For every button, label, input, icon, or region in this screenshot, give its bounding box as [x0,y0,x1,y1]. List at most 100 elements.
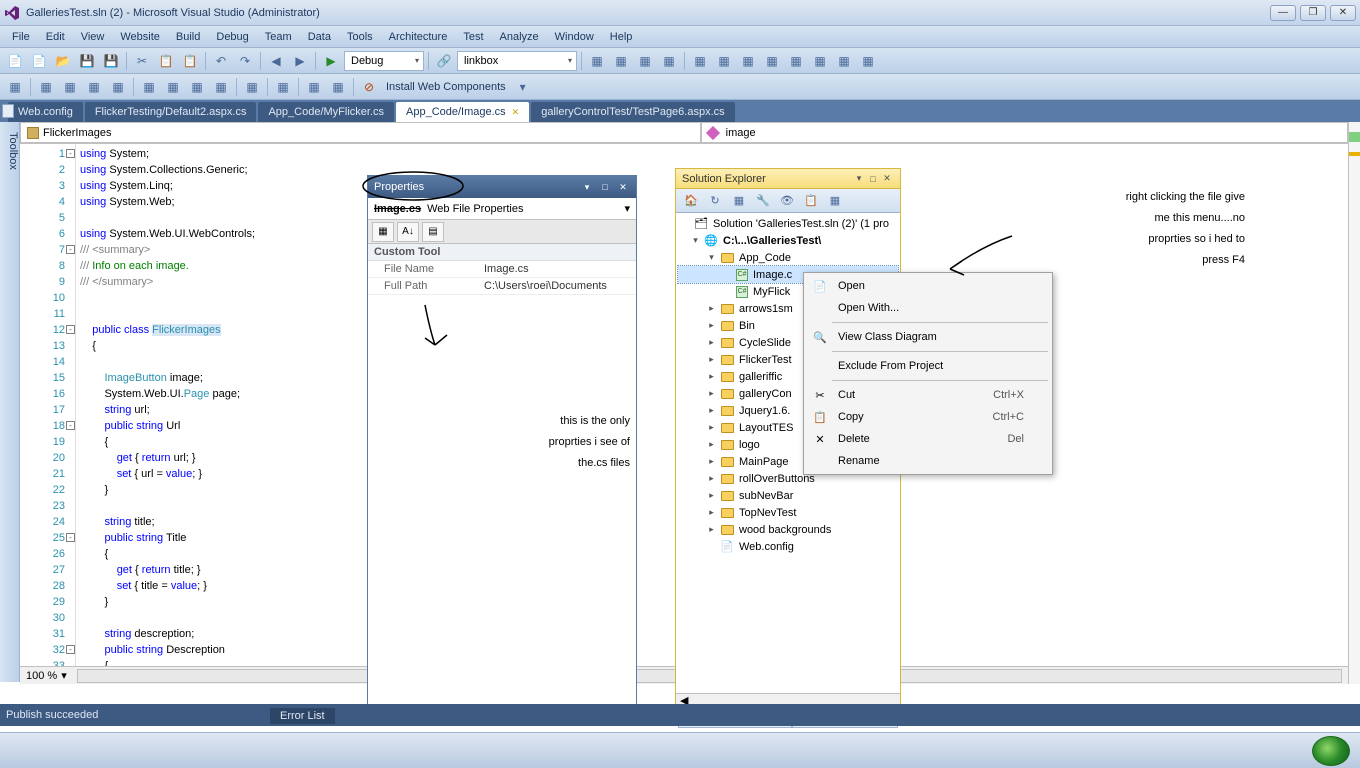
expand-icon[interactable]: ▸ [706,371,717,382]
se-home-button[interactable]: 🏠 [680,191,702,211]
se-close-icon[interactable]: ✕ [880,172,894,186]
context-menu-item[interactable]: 🔍View Class Diagram [806,326,1050,348]
fold-toggle[interactable]: - [66,149,75,158]
window-button2[interactable]: ▦ [713,50,735,72]
tree-node[interactable]: ▸wood backgrounds [678,521,898,538]
properties-object-selector[interactable]: Image.cs Web File Properties ▾ [368,198,636,220]
menu-help[interactable]: Help [602,29,641,45]
zoom-level[interactable]: 100 % [26,670,57,682]
paste-button[interactable]: 📋 [179,50,201,72]
context-menu-item[interactable]: ✕DeleteDel [806,428,1050,450]
new-project-button[interactable]: 📄 [4,50,26,72]
menu-analyze[interactable]: Analyze [492,29,547,45]
save-button[interactable]: 💾 [76,50,98,72]
comment-button[interactable]: ▦ [586,50,608,72]
expand-icon[interactable]: ▸ [706,405,717,416]
tool2-j[interactable]: ▦ [241,76,263,98]
property-pages-button[interactable]: ▤ [422,222,444,242]
start-debug-button[interactable]: ▶ [320,50,342,72]
undo-button[interactable]: ↶ [210,50,232,72]
menu-website[interactable]: Website [112,29,168,45]
menu-architecture[interactable]: Architecture [381,29,456,45]
minimize-button[interactable]: — [1270,5,1296,21]
expand-icon[interactable]: ▸ [706,422,717,433]
window-button8[interactable]: ▦ [857,50,879,72]
tab-pin-icon[interactable] [2,104,14,118]
menu-window[interactable]: Window [547,29,602,45]
property-row[interactable]: File NameImage.cs [368,261,636,278]
tree-node[interactable]: ▸subNevBar [678,487,898,504]
fold-toggle[interactable]: - [66,325,75,334]
tree-node[interactable]: ▸TopNevTest [678,504,898,521]
toggle-button[interactable]: ▦ [634,50,656,72]
project-node[interactable]: ▾ 🌐 C:\...\GalleriesTest\ [678,232,898,249]
fold-toggle[interactable]: - [66,421,75,430]
window-button6[interactable]: ▦ [809,50,831,72]
fold-toggle[interactable]: - [66,645,75,654]
context-menu-item[interactable]: Rename [806,450,1050,472]
expand-icon[interactable]: ▸ [706,337,717,348]
expand-icon[interactable]: ▾ [690,235,701,246]
expand-icon[interactable]: ▸ [706,303,717,314]
tree-node[interactable]: 📄Web.config [678,538,898,555]
solution-configurations-dropdown[interactable]: Debug [344,51,424,71]
add-item-button[interactable]: 📄 [28,50,50,72]
solution-explorer-title-bar[interactable]: Solution Explorer ▾ □ ✕ [676,169,900,189]
expand-icon[interactable]: ▸ [706,439,717,450]
tool2-m[interactable]: ▦ [327,76,349,98]
se-showall-button[interactable]: ▦ [728,191,750,211]
tool2-b[interactable]: ▦ [35,76,57,98]
cut-button[interactable]: ✂ [131,50,153,72]
window-button3[interactable]: ▦ [737,50,759,72]
se-view-button[interactable]: 👁 [776,191,798,211]
tree-node[interactable]: ▾App_Code [678,249,898,266]
context-menu-item[interactable]: 📄Open [806,275,1050,297]
expand-icon[interactable]: ▸ [706,354,717,365]
menu-team[interactable]: Team [257,29,300,45]
expand-icon[interactable]: ▸ [706,490,717,501]
tool2-e[interactable]: ▦ [107,76,129,98]
menu-data[interactable]: Data [300,29,339,45]
expand-icon[interactable]: ▸ [706,456,717,467]
window-button7[interactable]: ▦ [833,50,855,72]
member-navigator-dropdown[interactable]: image [701,122,1348,143]
expand-icon[interactable]: ▸ [706,320,717,331]
se-copy-button[interactable]: 📋 [800,191,822,211]
expand-icon[interactable]: ▸ [706,507,717,518]
stop-icon[interactable]: ⊘ [358,76,380,98]
bookmark-button[interactable]: ▦ [658,50,680,72]
property-row[interactable]: Full PathC:\Users\roei\Documents [368,278,636,295]
document-tab[interactable]: Web.config [8,102,83,122]
se-dropdown-icon[interactable]: ▾ [852,172,866,186]
document-tab[interactable]: galleryControlTest/TestPage6.aspx.cs [531,102,734,122]
panel-close-icon[interactable]: ✕ [616,180,630,194]
fold-toggle[interactable]: - [66,533,75,542]
context-menu-item[interactable]: 📋CopyCtrl+C [806,406,1050,428]
nav-back-button[interactable]: ◀ [265,50,287,72]
document-tab[interactable]: App_Code/Image.cs✕ [396,102,529,122]
fold-toggle[interactable]: - [66,245,75,254]
property-grid[interactable]: Custom Tool File NameImage.csFull PathC:… [368,244,636,714]
se-refresh-button[interactable]: ↻ [704,191,726,211]
expand-icon[interactable]: ▸ [706,473,717,484]
alphabetical-button[interactable]: A↓ [397,222,419,242]
scroll-indicator[interactable] [1348,122,1360,684]
menu-build[interactable]: Build [168,29,208,45]
nav-forward-button[interactable]: ▶ [289,50,311,72]
expand-icon[interactable]: ▸ [706,524,717,535]
panel-pin-icon[interactable]: □ [598,180,612,194]
document-tab[interactable]: App_Code/MyFlicker.cs [258,102,394,122]
toolbox-tab[interactable]: Toolbox [0,122,20,682]
window-button5[interactable]: ▦ [785,50,807,72]
menu-edit[interactable]: Edit [38,29,73,45]
context-menu-item[interactable]: Exclude From Project [806,355,1050,377]
tool2-f[interactable]: ▦ [138,76,160,98]
copy-button[interactable]: 📋 [155,50,177,72]
properties-title-bar[interactable]: Properties ▾ □ ✕ [368,176,636,198]
window-button1[interactable]: ▦ [689,50,711,72]
tool2-l[interactable]: ▦ [303,76,325,98]
context-menu-item[interactable]: ✂CutCtrl+X [806,384,1050,406]
menu-debug[interactable]: Debug [208,29,256,45]
categorized-button[interactable]: ▦ [372,222,394,242]
error-list-tab[interactable]: Error List [270,708,335,724]
